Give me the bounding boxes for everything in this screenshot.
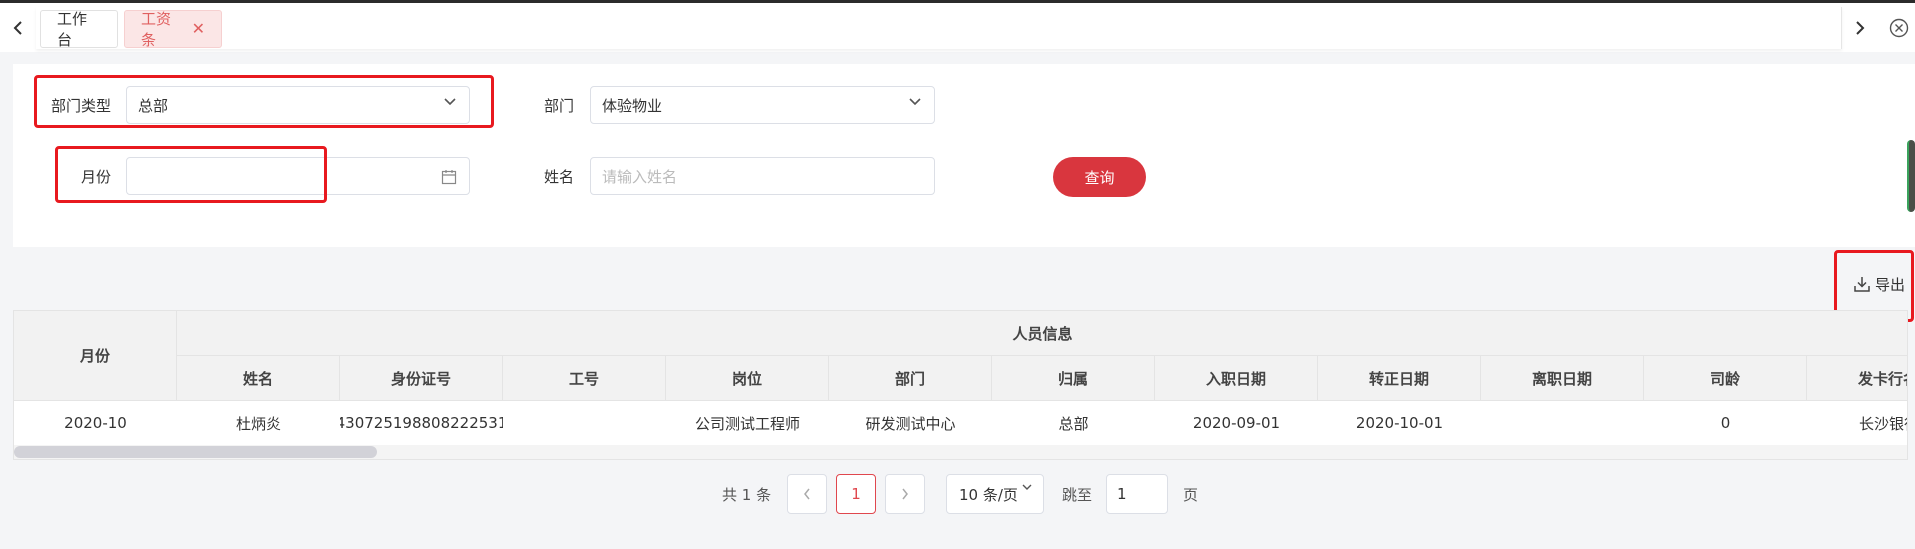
payslip-table: 月份 人员信息 姓名 身份证号 工号 岗位 部门 归属 入职日期 转正日期 离职… (13, 310, 1908, 460)
close-all-tabs-button[interactable] (1882, 3, 1915, 52)
dept-type-label: 部门类型 (51, 97, 112, 115)
tab-strip: 工作台 工资条 ✕ (36, 7, 1842, 49)
cell-bank: 长沙银行 (1859, 414, 1907, 433)
page-size-value: 10 条/页 (959, 485, 1018, 504)
month-picker[interactable] (126, 157, 470, 195)
export-label: 导出 (1875, 275, 1906, 294)
tab-scroll-right-button[interactable] (1842, 3, 1878, 52)
cell-position: 公司测试工程师 (694, 414, 800, 433)
chevron-down-icon (444, 98, 456, 106)
column-header-employee-no: 工号 (503, 356, 666, 401)
query-button[interactable]: 查询 (1053, 157, 1146, 197)
dept-value: 体验物业 (602, 96, 663, 115)
horizontal-scroll-thumb[interactable] (14, 446, 377, 458)
column-header-bank: 发卡行名 (1807, 356, 1907, 401)
column-header-hire-date: 入职日期 (1155, 356, 1318, 401)
cell-name: 杜炳炎 (235, 414, 281, 433)
tab-label: 工资条 (141, 10, 172, 49)
dept-select[interactable]: 体验物业 (590, 86, 935, 124)
group-header-personnel: 人员信息 (177, 311, 1907, 356)
chevron-right-icon (1856, 20, 1865, 35)
dept-label: 部门 (544, 97, 575, 115)
column-header-id-number: 身份证号 (340, 356, 503, 401)
chevron-down-icon (909, 98, 921, 106)
cell-seniority: 0 (1720, 414, 1731, 432)
tab-payslip[interactable]: 工资条 ✕ (124, 10, 222, 49)
chevron-left-icon (804, 488, 810, 500)
export-button[interactable]: 导出 (1853, 272, 1905, 296)
column-header-belong: 归属 (992, 356, 1155, 401)
cell-employee-no (503, 401, 666, 445)
name-label: 姓名 (544, 168, 575, 186)
vertical-scroll-thumb[interactable] (1907, 140, 1915, 212)
cell-belong: 总部 (1058, 414, 1089, 433)
column-header-regular-date: 转正日期 (1318, 356, 1481, 401)
chevron-left-icon (13, 20, 22, 35)
name-placeholder: 请输入姓名 (602, 167, 678, 186)
dept-type-select[interactable]: 总部 (126, 86, 470, 124)
column-header-department: 部门 (829, 356, 992, 401)
column-header-name: 姓名 (177, 356, 340, 401)
cell-department: 研发测试中心 (865, 414, 956, 433)
column-header-position: 岗位 (666, 356, 829, 401)
tab-bar: 工作台 工资条 ✕ (0, 0, 1915, 52)
column-header-leave-date: 离职日期 (1481, 356, 1644, 401)
dept-type-value: 总部 (138, 96, 169, 115)
column-header-seniority: 司龄 (1644, 356, 1807, 401)
tab-workbench[interactable]: 工作台 (40, 10, 118, 49)
pagination-total: 共 1 条 (722, 486, 772, 504)
next-page-button[interactable] (885, 474, 925, 514)
month-label: 月份 (81, 168, 112, 186)
cell-hire-date: 2020-09-01 (1192, 414, 1281, 432)
jump-page-input[interactable]: 1 (1106, 474, 1168, 514)
page-button-current[interactable]: 1 (836, 474, 876, 514)
page-suffix-label: 页 (1183, 486, 1199, 504)
tab-scroll-left-button[interactable] (0, 3, 36, 52)
chevron-right-icon (902, 488, 908, 500)
page-size-select[interactable]: 10 条/页 (946, 474, 1044, 514)
download-icon (1854, 277, 1870, 292)
circle-close-icon (1889, 18, 1908, 37)
close-icon[interactable]: ✕ (192, 21, 205, 37)
column-header-month: 月份 (14, 311, 177, 401)
name-input[interactable]: 请输入姓名 (590, 157, 935, 195)
cell-month: 2020-10 (64, 414, 127, 432)
cell-regular-date: 2020-10-01 (1355, 414, 1444, 432)
cell-id-number: 430725198808222531 (340, 414, 503, 432)
jump-label: 跳至 (1062, 486, 1093, 504)
calendar-icon (441, 170, 457, 185)
prev-page-button[interactable] (787, 474, 827, 514)
cell-leave-date (1481, 401, 1644, 445)
chevron-down-icon (1022, 484, 1032, 490)
tab-label: 工作台 (57, 10, 88, 49)
